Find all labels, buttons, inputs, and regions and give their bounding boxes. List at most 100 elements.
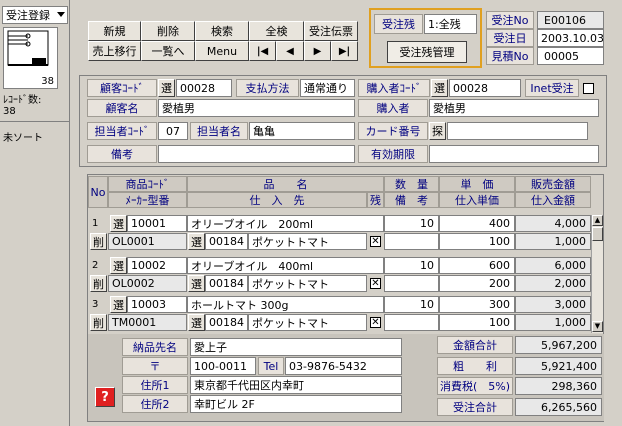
zip-field[interactable]: 100-0011 [190,357,256,375]
maker-no-field[interactable]: OL0001 [108,233,187,250]
item-code-field[interactable]: 10001 [127,215,187,232]
supplier-select-button[interactable]: 選 [188,275,205,292]
supplier-code-field[interactable]: 00184 [205,233,248,250]
supplier-name-field[interactable]: ポケットトマト [248,314,367,331]
quantity-field[interactable]: 10 [384,296,439,313]
sales-transfer-button[interactable]: 売上移行 [88,41,141,61]
card-number-field[interactable] [447,122,588,140]
row-note-field[interactable] [384,314,439,331]
address2-field[interactable]: 幸町ビル 2F [190,395,402,413]
row-delete-button[interactable]: 削 [90,233,107,250]
buyer-code-select-button[interactable]: 選 [431,79,448,97]
supplier-code-field[interactable]: 00184 [205,275,248,292]
amount-total-field: 5,967,200 [515,336,602,354]
prev-record-button[interactable]: ◀ [276,41,304,61]
order-date-field[interactable]: 2003.10.03 [537,29,604,47]
maker-no-field[interactable]: OL0002 [108,275,187,292]
unit-price-field[interactable]: 400 [439,215,515,232]
cost-amount-field: 1,000 [515,314,591,331]
delivery-name-field[interactable]: 愛上子 [190,338,402,356]
supplier-name-field[interactable]: ポケットトマト [248,233,367,250]
header-remain: 残 [367,192,384,208]
zip-label: 〒 [122,357,188,375]
note-field[interactable] [158,145,355,163]
tel-field[interactable]: 03-9876-5432 [285,357,402,375]
inet-order-checkbox[interactable] [583,83,594,94]
unit-price-field[interactable]: 300 [439,296,515,313]
list-button[interactable]: 一覧へ [141,41,195,61]
menu-button[interactable]: Menu [195,41,249,61]
balance-manage-button[interactable]: 受注残管理 [387,41,467,63]
card-search-button[interactable]: 探 [429,122,446,140]
cost-price-field[interactable]: 100 [439,314,515,331]
row-delete-button[interactable]: 削 [90,275,107,292]
order-no-label: 受注No [486,11,534,29]
card-number-label: カード番号 [358,122,428,140]
new-button[interactable]: 新規 [88,21,141,41]
balance-label: 受注残 [374,14,423,34]
module-select[interactable]: 受注登録 [2,6,68,24]
order-no-field[interactable]: E00106 [537,11,604,29]
search-button[interactable]: 検索 [195,21,249,41]
item-name-field[interactable]: オリーブオイル 200ml [187,215,384,232]
row-select-button[interactable]: 選 [110,215,127,232]
sales-amount-field: 4,000 [515,215,591,232]
customer-code-field[interactable]: 00028 [176,79,232,97]
record-count-label: ﾚｺｰﾄﾞ数: 38 [3,95,42,117]
supplier-select-button[interactable]: 選 [188,314,205,331]
cost-price-field[interactable]: 200 [439,275,515,292]
tax-field: 298,360 [515,377,602,395]
table-scrollbar[interactable]: ▲ ▼ [591,215,603,333]
module-label: 受注登録 [6,9,50,22]
remain-checkbox[interactable]: ✕ [370,236,381,247]
row-select-button[interactable]: 選 [110,296,127,313]
scroll-thumb[interactable] [592,227,603,241]
scroll-up-icon[interactable]: ▲ [592,215,603,226]
delete-button[interactable]: 削除 [141,21,195,41]
buyer-code-field[interactable]: 00028 [449,79,521,97]
payment-method-field[interactable]: 通常通り [300,79,355,97]
header-item-code: 商品ｺｰﾄﾞ [108,176,187,192]
cost-price-field[interactable]: 100 [439,233,515,250]
header-sales-amount: 販売金額 [515,176,591,192]
staff-name-label: 担当者名 [190,122,248,140]
row-delete-button[interactable]: 削 [90,314,107,331]
prev-icon: ◀ [286,45,294,57]
expiry-field[interactable] [429,145,599,163]
balance-select[interactable]: 1:全残 [424,14,477,34]
remain-checkbox[interactable]: ✕ [370,278,381,289]
last-icon: ▶| [338,45,351,57]
all-check-button[interactable]: 全検 [249,21,304,41]
unit-price-field[interactable]: 600 [439,257,515,274]
staff-name-field[interactable]: 亀亀 [249,122,355,140]
first-record-button[interactable]: |◀ [249,41,276,61]
help-icon[interactable]: ? [95,387,115,407]
row-note-field[interactable] [384,233,439,250]
scroll-down-icon[interactable]: ▼ [592,321,603,332]
order-slip-button[interactable]: 受注伝票 [304,21,358,41]
quantity-field[interactable]: 10 [384,215,439,232]
quote-no-field[interactable]: 00005 [537,47,604,65]
supplier-select-button[interactable]: 選 [188,233,205,250]
buyer-field[interactable]: 愛植男 [429,99,599,117]
item-name-field[interactable]: オリーブオイル 400ml [187,257,384,274]
item-name-field[interactable]: ホールトマト 300g [187,296,384,313]
row-select-button[interactable]: 選 [110,257,127,274]
item-code-field[interactable]: 10002 [127,257,187,274]
buyer-code-label: 購入者ｺｰﾄﾞ [358,79,430,97]
last-record-button[interactable]: ▶| [331,41,358,61]
quantity-field[interactable]: 10 [384,257,439,274]
maker-no-field[interactable]: TM0001 [108,314,187,331]
address1-field[interactable]: 東京都千代田区内幸町 [190,376,402,394]
customer-name-field[interactable]: 愛植男 [158,99,355,117]
item-code-field[interactable]: 10003 [127,296,187,313]
sales-amount-field: 6,000 [515,257,591,274]
supplier-name-field[interactable]: ポケットトマト [248,275,367,292]
toolbar: 新規 削除 検索 全検 受注伝票 売上移行 一覧へ Menu |◀ ◀ ▶ ▶| [88,21,358,63]
supplier-code-field[interactable]: 00184 [205,314,248,331]
row-note-field[interactable] [384,275,439,292]
next-record-button[interactable]: ▶ [304,41,331,61]
customer-code-select-button[interactable]: 選 [158,79,175,97]
remain-checkbox[interactable]: ✕ [370,317,381,328]
staff-code-field[interactable]: 07 [158,122,188,140]
